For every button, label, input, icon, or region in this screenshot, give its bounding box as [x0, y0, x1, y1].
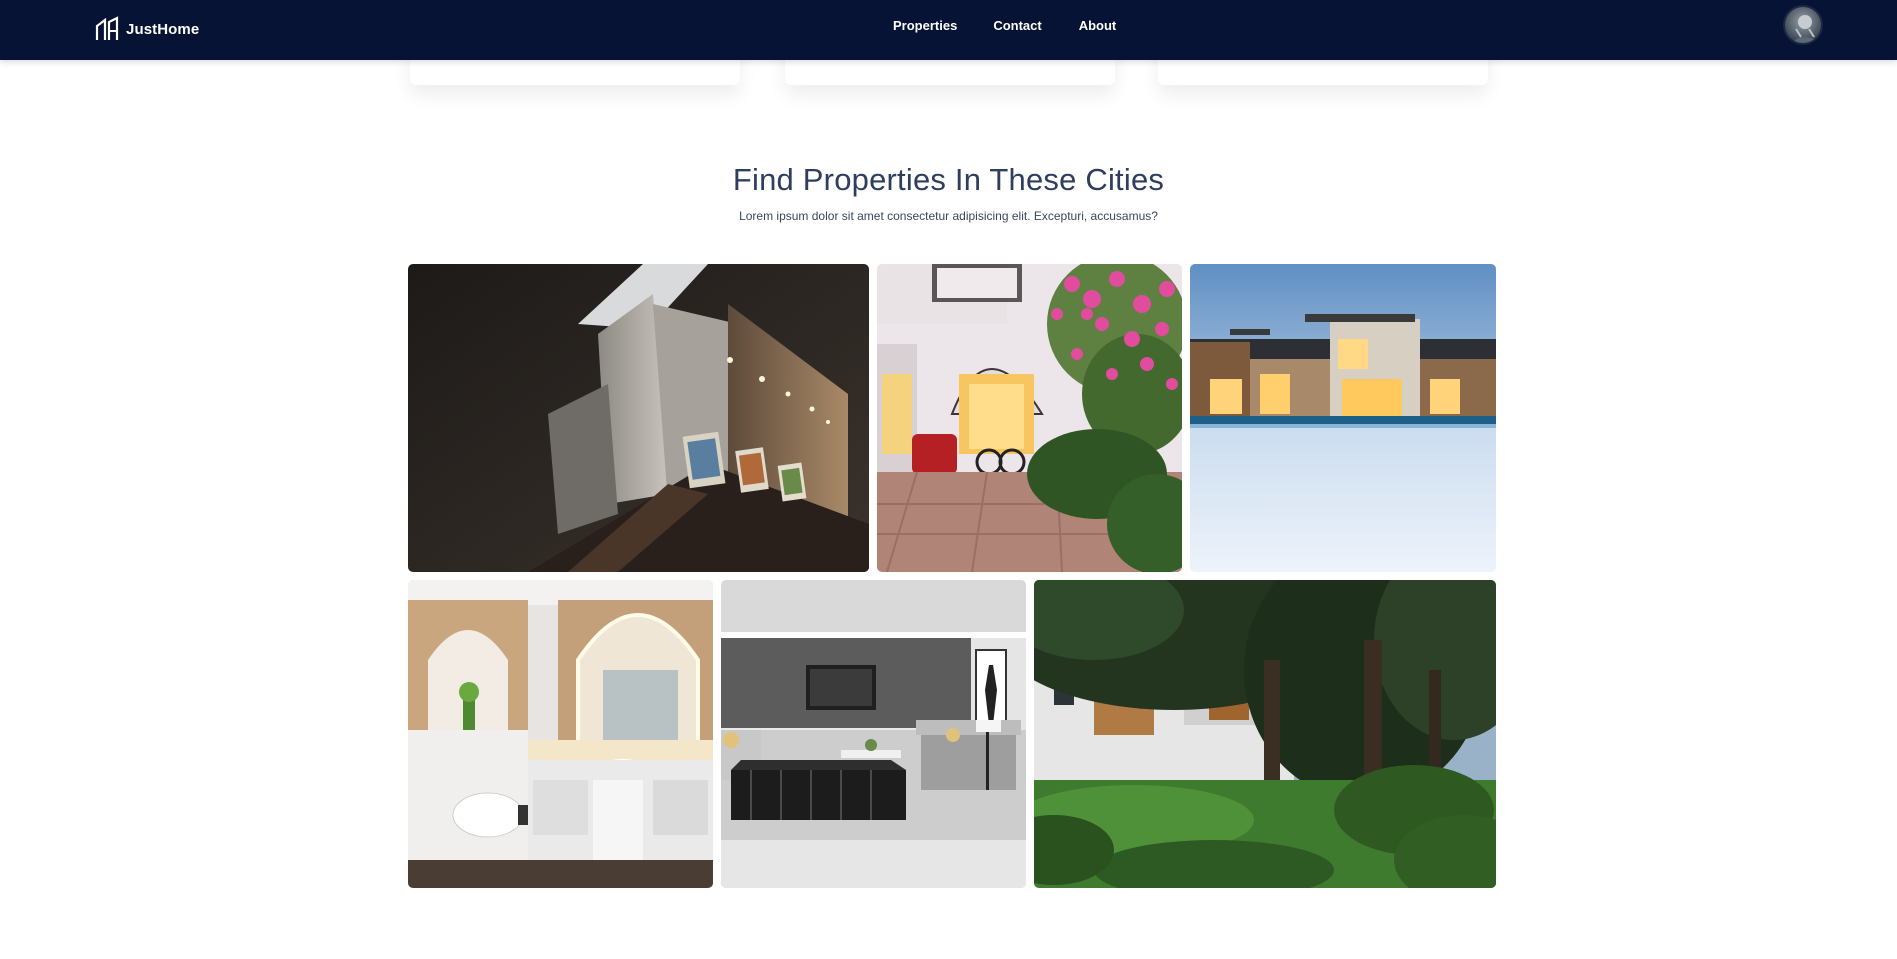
nav-links: Properties Contact About	[893, 18, 1116, 33]
gallery-tile-gallery-interior[interactable]	[408, 264, 869, 572]
top-navbar: JustHome Properties Contact About	[0, 0, 1897, 60]
gallery-tile-house-garden[interactable]	[1034, 580, 1496, 888]
brand-name: JustHome	[126, 20, 200, 38]
section-title: Find Properties In These Cities	[732, 162, 1165, 197]
house-outline-icon	[95, 16, 119, 40]
nav-link-contact[interactable]: Contact	[993, 18, 1041, 33]
nav-link-about[interactable]: About	[1079, 18, 1117, 33]
gallery-tile-modern-house-snow[interactable]	[1190, 264, 1496, 572]
user-avatar-icon[interactable]	[1783, 5, 1823, 45]
gallery-tile-living-room[interactable]	[721, 580, 1026, 888]
brand-link[interactable]: JustHome	[95, 16, 199, 42]
section-subtitle: Lorem ipsum dolor sit amet consectetur a…	[739, 209, 1158, 223]
nav-link-properties[interactable]: Properties	[893, 18, 957, 33]
gallery-tile-bathroom[interactable]	[408, 580, 713, 888]
gallery-tile-flower-courtyard[interactable]	[877, 264, 1182, 572]
